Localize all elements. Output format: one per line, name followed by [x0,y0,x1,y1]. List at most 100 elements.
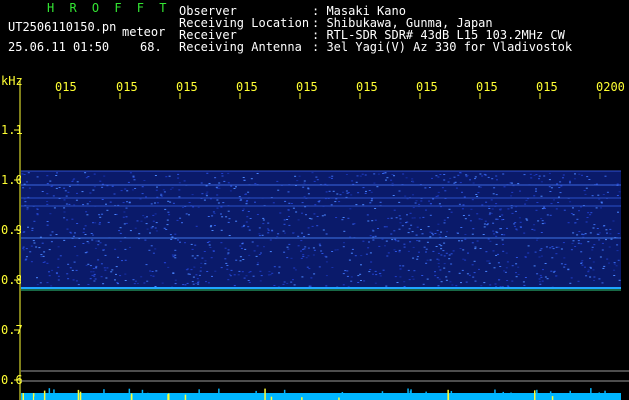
noise-dot [541,280,544,282]
noise-dot [248,271,251,273]
noise-dot [404,195,407,197]
activity-spike [473,396,476,400]
noise-dot [191,248,194,250]
noise-dot [226,268,229,270]
noise-dot [306,266,309,268]
noise-dot [596,228,599,229]
noise-dot [399,268,402,270]
noise-dot [408,279,411,281]
noise-dot [440,281,443,283]
noise-dot [23,198,26,200]
noise-dot [50,285,53,287]
noise-dot [116,282,119,284]
noise-dot [228,235,231,236]
noise-dot [468,214,471,216]
noise-dot [190,269,193,271]
noise-dot [276,180,279,182]
noise-dot [152,220,155,222]
noise-dot [472,182,475,184]
noise-dot [439,269,442,271]
noise-dot [378,245,381,247]
noise-dot [450,263,453,265]
noise-dot [318,266,321,268]
noise-dot [505,252,508,254]
noise-dot [432,198,435,200]
noise-dot [503,270,505,272]
noise-dot [370,200,373,202]
noise-dot [302,254,305,256]
noise-dot [233,274,236,276]
noise-dot [273,285,276,286]
noise-dot [69,267,72,269]
activity-spike [345,394,348,400]
noise-dot [272,202,275,204]
noise-dot [48,271,50,273]
noise-dot [582,234,585,236]
noise-dot [224,258,227,260]
noise-dot [538,281,541,283]
noise-dot [471,199,474,201]
noise-dot [188,202,191,203]
noise-dot [141,186,144,188]
noise-dot [405,177,408,179]
noise-dot [292,207,295,209]
noise-dot [555,246,558,248]
noise-dot [261,234,264,236]
noise-dot [87,242,90,244]
noise-dot [98,223,101,225]
noise-dot [93,280,96,282]
noise-dot [511,182,513,184]
noise-dot [179,241,181,243]
noise-dot [140,220,143,222]
noise-dot [163,227,166,229]
noise-dot [481,175,484,177]
noise-dot [372,273,374,275]
noise-dot [313,213,316,215]
noise-dot [373,173,376,175]
noise-dot [423,246,426,248]
noise-dot [543,208,546,209]
noise-dot [225,216,228,218]
noise-dot [239,245,242,247]
noise-dot [590,212,593,214]
noise-dot [489,240,492,242]
noise-dot [355,204,358,206]
noise-dot [230,269,233,271]
noise-dot [169,201,172,203]
noise-dot [245,275,248,277]
activity-spike [447,393,450,400]
noise-dot [204,260,207,262]
noise-dot [174,249,177,251]
noise-dot [507,208,510,210]
noise-dot [525,218,528,220]
noise-dot [84,172,87,174]
noise-dot [375,274,378,276]
noise-dot [82,243,85,244]
noise-dot [378,273,381,275]
noise-dot [368,190,371,191]
noise-dot [71,181,74,182]
noise-dot [65,195,68,197]
noise-dot [403,281,406,283]
noise-dot [369,269,372,270]
noise-dot [492,193,495,195]
noise-dot [544,276,547,278]
noise-dot [307,188,310,190]
noise-dot [461,191,463,193]
noise-dot [372,239,375,241]
noise-dot [132,175,135,177]
noise-dot [574,246,577,247]
noise-dot [143,282,146,284]
noise-dot [455,285,458,287]
noise-dot [155,270,158,272]
noise-dot [33,220,36,222]
noise-dot [591,249,594,251]
noise-dot [139,198,142,200]
noise-dot [530,177,533,179]
noise-dot [22,246,25,248]
noise-dot [383,172,386,174]
noise-dot [313,180,316,182]
noise-dot [410,224,413,226]
noise-dot [227,252,230,254]
noise-dot [114,279,116,281]
